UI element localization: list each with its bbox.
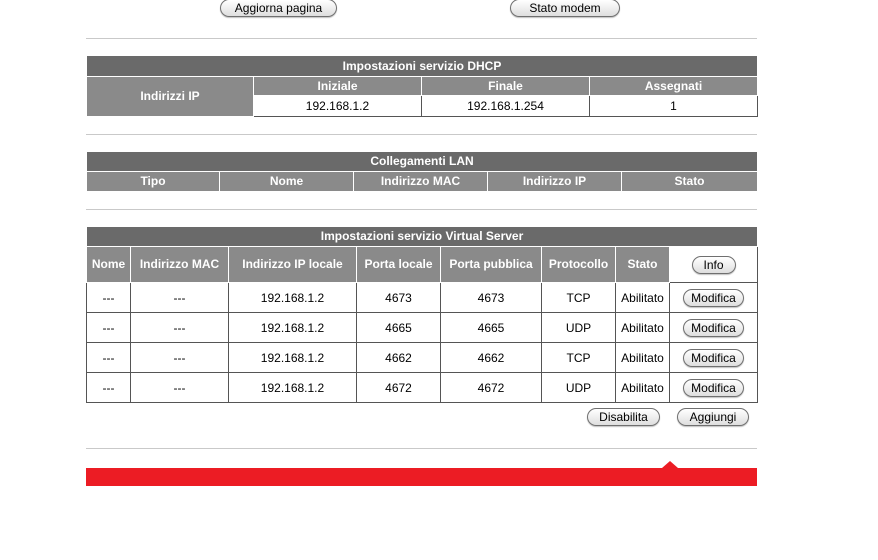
- edit-button[interactable]: Modifica: [683, 318, 744, 337]
- vs-cell-mac: ---: [130, 282, 229, 313]
- table-row: --- --- 192.168.1.2 4672 4672 UDP Abilit…: [86, 372, 759, 403]
- vs-cell-local-port: 4673: [356, 282, 441, 313]
- vs-cell-local-port: 4662: [356, 342, 441, 373]
- vs-cell-status: Abilitato: [615, 372, 670, 403]
- vs-cell-protocol: TCP: [541, 342, 616, 373]
- dhcp-row-label: Indirizzi IP: [86, 76, 254, 117]
- vs-cell-public-port: 4673: [440, 282, 542, 313]
- vs-cell-ip: 192.168.1.2: [228, 282, 357, 313]
- vs-header-public-port: Porta pubblica: [440, 246, 542, 283]
- vs-header-local-port: Porta locale: [356, 246, 441, 283]
- lan-header-type: Tipo: [86, 171, 220, 192]
- footer-notch-shape: [650, 461, 690, 488]
- vs-cell-local-port: 4672: [356, 372, 441, 403]
- vs-cell-name: ---: [86, 372, 131, 403]
- separator: [86, 134, 757, 135]
- vs-title: Impostazioni servizio Virtual Server: [85, 226, 759, 247]
- lan-header-ip: Indirizzo IP: [487, 171, 622, 192]
- lan-header-status: Stato: [620, 171, 759, 192]
- edit-button[interactable]: Modifica: [683, 288, 744, 307]
- vs-header-mac: Indirizzo MAC: [130, 246, 229, 283]
- refresh-page-button[interactable]: Aggiorna pagina: [220, 0, 337, 17]
- vs-cell-local-port: 4665: [356, 312, 441, 343]
- vs-cell-protocol: TCP: [541, 282, 616, 313]
- vs-cell-ip: 192.168.1.2: [228, 312, 357, 343]
- vs-cell-public-port: 4665: [440, 312, 542, 343]
- separator: [86, 209, 757, 210]
- separator: [86, 448, 757, 449]
- vs-header-info-cell: Info: [668, 246, 759, 283]
- vs-cell-name: ---: [86, 342, 131, 373]
- vs-cell-public-port: 4672: [440, 372, 542, 403]
- vs-cell-ip: 192.168.1.2: [228, 342, 357, 373]
- edit-button[interactable]: Modifica: [683, 348, 744, 367]
- dhcp-table: Impostazioni servizio DHCP Indirizzi IP …: [85, 55, 759, 117]
- vs-header-name: Nome: [86, 246, 131, 283]
- vs-cell-status: Abilitato: [615, 282, 670, 313]
- vs-cell-status: Abilitato: [615, 312, 670, 343]
- table-row: --- --- 192.168.1.2 4662 4662 TCP Abilit…: [86, 342, 759, 373]
- lan-table: Collegamenti LAN Tipo Nome Indirizzo MAC…: [85, 151, 759, 192]
- vs-header-local-ip: Indirizzo IP locale: [228, 246, 357, 283]
- vs-header-protocol: Protocollo: [541, 246, 616, 283]
- dhcp-header-start: Iniziale: [253, 76, 422, 96]
- vs-cell-action: Modifica: [668, 312, 759, 343]
- vs-cell-action: Modifica: [668, 372, 759, 403]
- table-row: --- --- 192.168.1.2 4673 4673 TCP Abilit…: [86, 282, 759, 313]
- dhcp-header-end: Finale: [421, 76, 590, 96]
- info-button[interactable]: Info: [691, 255, 736, 274]
- vs-cell-ip: 192.168.1.2: [228, 372, 357, 403]
- lan-title: Collegamenti LAN: [85, 151, 759, 172]
- vs-cell-name: ---: [86, 282, 131, 313]
- table-row: --- --- 192.168.1.2 4665 4665 UDP Abilit…: [86, 312, 759, 343]
- add-button[interactable]: Aggiungi: [677, 408, 749, 426]
- edit-button[interactable]: Modifica: [683, 378, 744, 397]
- dhcp-end-ip: 192.168.1.254: [421, 95, 590, 117]
- vs-cell-action: Modifica: [668, 282, 759, 313]
- virtual-server-table: Impostazioni servizio Virtual Server Nom…: [85, 226, 759, 403]
- vs-header-status: Stato: [615, 246, 670, 283]
- dhcp-start-ip: 192.168.1.2: [253, 95, 422, 117]
- vs-cell-mac: ---: [130, 342, 229, 373]
- vs-cell-public-port: 4662: [440, 342, 542, 373]
- vs-cell-mac: ---: [130, 372, 229, 403]
- dhcp-header-assigned: Assegnati: [588, 76, 759, 96]
- vs-cell-protocol: UDP: [541, 372, 616, 403]
- vs-cell-status: Abilitato: [615, 342, 670, 373]
- dhcp-title: Impostazioni servizio DHCP: [85, 55, 759, 77]
- vs-cell-name: ---: [86, 312, 131, 343]
- lan-header-name: Nome: [219, 171, 354, 192]
- vs-cell-mac: ---: [130, 312, 229, 343]
- modem-status-button[interactable]: Stato modem: [510, 0, 620, 17]
- dhcp-assigned-count: 1: [588, 95, 759, 117]
- vs-cell-action: Modifica: [668, 342, 759, 373]
- vs-cell-protocol: UDP: [541, 312, 616, 343]
- lan-header-mac: Indirizzo MAC: [353, 171, 488, 192]
- disable-button[interactable]: Disabilita: [587, 408, 660, 426]
- separator: [86, 38, 757, 39]
